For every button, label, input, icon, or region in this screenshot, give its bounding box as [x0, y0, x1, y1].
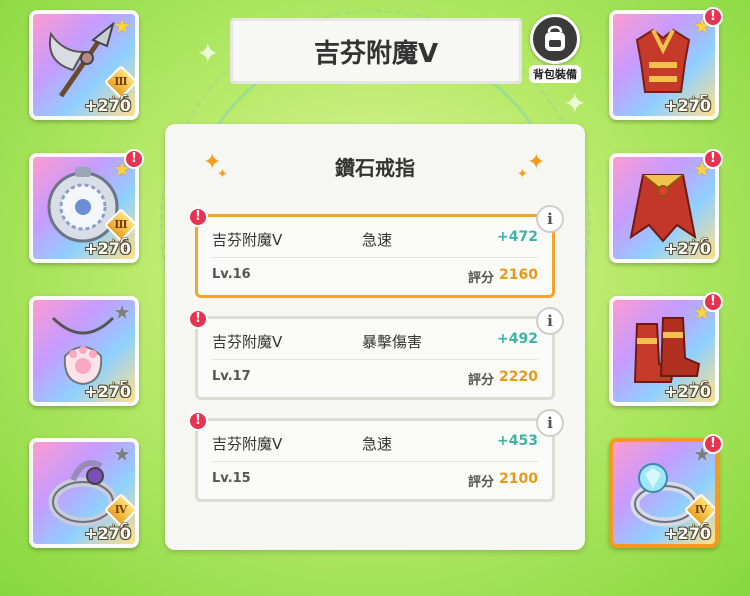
stat-value: +453: [497, 433, 538, 449]
star-icon: ★: [113, 442, 131, 466]
paw-necklace-icon: [51, 316, 115, 386]
info-icon[interactable]: i: [536, 409, 564, 437]
alert-badge-icon: !: [124, 149, 144, 169]
equip-slot-weapon[interactable]: ★ Ⅲ +6 +270: [29, 10, 139, 120]
enchant-name: 吉芬附魔Ⅴ: [212, 435, 283, 453]
score-value: 2160: [499, 267, 538, 283]
enchant-name: 吉芬附魔Ⅴ: [212, 333, 283, 351]
score-value: 2100: [499, 471, 538, 487]
power-value: +270: [84, 239, 131, 258]
score-label: 評分: [467, 373, 494, 388]
alert-badge-icon: !: [188, 309, 208, 329]
power-value: +270: [664, 524, 711, 543]
alert-badge-icon: !: [188, 207, 208, 227]
enchant-level: Lv.15: [212, 471, 251, 486]
backpack-icon: [530, 14, 580, 64]
equip-slot-diamond-ring[interactable]: ★ Ⅳ +6 +270: [609, 438, 719, 548]
equip-slot-armor[interactable]: ★ +5 +270: [609, 10, 719, 120]
alert-badge-icon: !: [703, 292, 723, 312]
info-icon[interactable]: i: [536, 307, 564, 335]
power-value: +270: [664, 382, 711, 401]
stat-name: 暴擊傷害: [362, 333, 423, 351]
info-icon[interactable]: i: [536, 205, 564, 233]
enchant-name: 吉芬附魔Ⅴ: [212, 231, 283, 249]
score-value: 2220: [499, 369, 538, 385]
equip-slot-medallion[interactable]: ★ Ⅲ +6 +270: [29, 153, 139, 263]
stat-value: +492: [497, 331, 538, 347]
equip-slot-ring[interactable]: ★ Ⅳ +6 +270: [29, 438, 139, 548]
alert-badge-icon: !: [703, 7, 723, 27]
enchant-list-panel: ✦ ✦ ✦ ✦ 鑽石戒指 ! i 吉芬附魔Ⅴ 急速 +472 Lv.16 評分 …: [165, 124, 585, 550]
background-sparkle-icon: ✦: [196, 37, 220, 70]
boots-icon: [633, 317, 701, 383]
power-value: +270: [664, 96, 711, 115]
background-sparkle-icon: ✦: [563, 87, 587, 120]
stat-value: +472: [497, 229, 538, 245]
cape-icon: [629, 174, 697, 243]
bag-equipment-label: 背包裝備: [529, 65, 581, 83]
power-value: +270: [84, 382, 131, 401]
enchant-card[interactable]: ! i 吉芬附魔Ⅴ 暴擊傷害 +492 Lv.17 評分 2220: [188, 307, 564, 400]
equip-slot-boots[interactable]: ★ +6 +270: [609, 296, 719, 406]
power-value: +270: [84, 96, 131, 115]
equip-slot-cape[interactable]: ★ +6 +270: [609, 153, 719, 263]
enchant-level: Lv.16: [212, 267, 251, 282]
score-label: 評分: [467, 271, 494, 286]
bag-equipment-button[interactable]: 背包裝備: [526, 14, 584, 86]
power-value: +270: [664, 239, 711, 258]
panel-title: 鑽石戒指: [335, 156, 415, 180]
stat-name: 急速: [362, 435, 393, 453]
armor-icon: [635, 28, 691, 93]
power-value: +270: [84, 524, 131, 543]
stat-name: 急速: [362, 231, 393, 249]
star-icon: ★: [113, 300, 131, 324]
score-label: 評分: [467, 475, 494, 490]
alert-badge-icon: !: [703, 434, 723, 454]
equip-slot-necklace[interactable]: ★ +5 +270: [29, 296, 139, 406]
star-icon: ★: [113, 14, 131, 38]
enchant-card[interactable]: ! i 吉芬附魔Ⅴ 急速 +472 Lv.16 評分 2160: [188, 205, 564, 298]
enchant-level: Lv.17: [212, 369, 251, 384]
page-title: 吉芬附魔Ⅴ: [230, 18, 522, 84]
alert-badge-icon: !: [188, 411, 208, 431]
alert-badge-icon: !: [703, 149, 723, 169]
enchant-card[interactable]: ! i 吉芬附魔Ⅴ 急速 +453 Lv.15 評分 2100: [188, 409, 564, 502]
